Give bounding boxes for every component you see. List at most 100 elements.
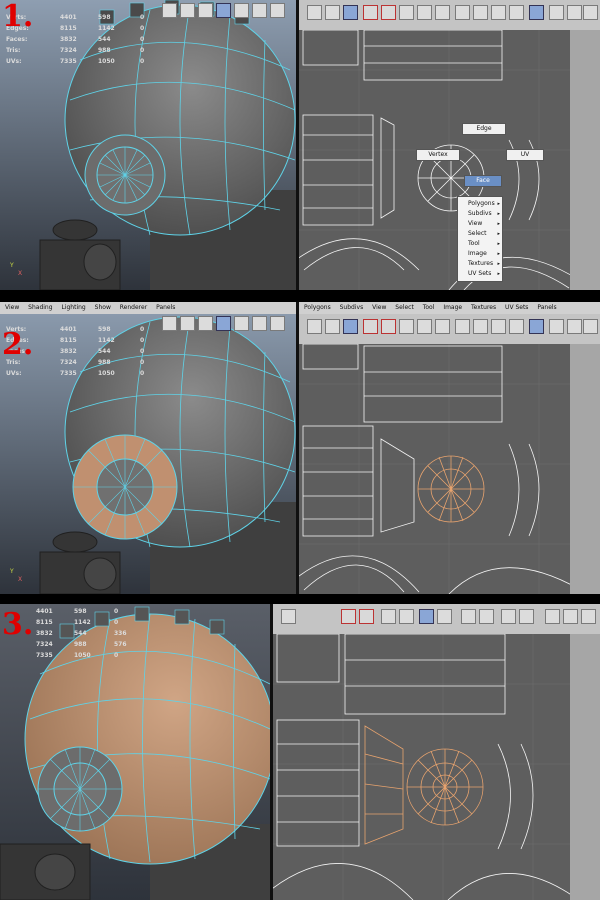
flip-icon[interactable] (399, 319, 414, 334)
menu-item-polygons[interactable]: Polygons (458, 199, 502, 209)
viewport-3d[interactable]: Verts:44015980 Edges:811511420 Faces:383… (0, 604, 270, 900)
light-icon[interactable] (234, 3, 249, 18)
uv-move-icon[interactable] (325, 319, 340, 334)
menu-shading[interactable]: Shading (28, 304, 52, 311)
marking-menu-vertex[interactable]: Vertex (416, 149, 460, 161)
uv-menubar: Polygons Subdivs View Select Tool Image … (299, 302, 600, 314)
select-icon[interactable] (162, 3, 177, 18)
marking-menu-face[interactable]: Face (464, 175, 502, 187)
layout-icon[interactable] (519, 609, 534, 624)
menu-view[interactable]: View (372, 304, 386, 311)
marking-menu-uv[interactable]: UV (506, 149, 544, 161)
menu-subdivs[interactable]: Subdivs (340, 304, 364, 311)
rotate-cw-icon[interactable] (381, 319, 396, 334)
sphere-icon[interactable] (581, 609, 596, 624)
viewport-menubar: View Shading Lighting Show Renderer Pane… (0, 302, 296, 314)
color-icon[interactable] (563, 609, 578, 624)
uv-select-icon[interactable] (307, 319, 322, 334)
marking-menu-edge[interactable]: Edge (462, 123, 506, 135)
shaded-icon[interactable] (216, 316, 231, 331)
menu-item-textures[interactable]: Textures (458, 259, 502, 269)
select-icon[interactable] (162, 316, 177, 331)
rotate-ccw-icon[interactable] (363, 319, 378, 334)
menu-panels[interactable]: Panels (156, 304, 175, 311)
uv-toolbar (299, 314, 600, 344)
step-2-panel: View Shading Lighting Show Renderer Pane… (0, 302, 600, 594)
grid-uv-icon[interactable] (473, 319, 488, 334)
sphere-icon[interactable] (583, 319, 598, 334)
sew-uv-icon[interactable] (435, 5, 450, 20)
grid-icon[interactable] (180, 316, 195, 331)
menu-select[interactable]: Select (395, 304, 414, 311)
xray-icon[interactable] (270, 3, 285, 18)
normalize-icon[interactable] (491, 319, 506, 334)
uv-snapshot-icon[interactable] (343, 5, 358, 20)
normalize-icon[interactable] (491, 5, 506, 20)
texture-icon[interactable] (252, 316, 267, 331)
menu-view[interactable]: View (5, 304, 19, 311)
menu-item-subdivs[interactable]: Subdivs (458, 209, 502, 219)
light-icon[interactable] (234, 316, 249, 331)
flip-icon[interactable] (381, 609, 396, 624)
viewport-3d[interactable]: Verts:44015980 Edges:811511420 Faces:383… (0, 0, 296, 290)
menu-textures[interactable]: Textures (471, 304, 496, 311)
align-icon[interactable] (461, 609, 476, 624)
uv-toolbar (299, 0, 600, 30)
grid-icon[interactable] (180, 3, 195, 18)
color-icon[interactable] (567, 5, 582, 20)
image-icon[interactable] (529, 319, 544, 334)
viewport-3d[interactable]: View Shading Lighting Show Renderer Pane… (0, 302, 296, 594)
grid-uv-icon[interactable] (479, 609, 494, 624)
menu-item-tool[interactable]: Tool (458, 239, 502, 249)
menu-item-uvsets[interactable]: UV Sets (458, 269, 502, 279)
rotate-ccw-icon[interactable] (341, 609, 356, 624)
layout-icon[interactable] (509, 5, 524, 20)
menu-uvsets[interactable]: UV Sets (505, 304, 528, 311)
color-icon[interactable] (567, 319, 582, 334)
shaded-icon[interactable] (216, 3, 231, 18)
menu-tool[interactable]: Tool (423, 304, 435, 311)
step-number: 1. (2, 0, 34, 34)
camera-icon[interactable] (198, 3, 213, 18)
align-icon[interactable] (455, 5, 470, 20)
cut-uv-icon[interactable] (417, 5, 432, 20)
uv-select-icon[interactable] (307, 5, 322, 20)
rotate-ccw-icon[interactable] (363, 5, 378, 20)
normalize-icon[interactable] (501, 609, 516, 624)
layout-icon[interactable] (509, 319, 524, 334)
cut-uv-icon[interactable] (417, 319, 432, 334)
uv-editor[interactable] (273, 604, 600, 900)
texture-icon[interactable] (252, 3, 267, 18)
sew-uv-icon[interactable] (435, 319, 450, 334)
image-icon[interactable] (529, 5, 544, 20)
menu-renderer[interactable]: Renderer (120, 304, 147, 311)
menu-item-image[interactable]: Image (458, 249, 502, 259)
menu-item-select[interactable]: Select (458, 229, 502, 239)
grid-uv-icon[interactable] (473, 5, 488, 20)
uv-select-icon[interactable] (281, 609, 296, 624)
flip-icon[interactable] (399, 5, 414, 20)
xray-icon[interactable] (270, 316, 285, 331)
sphere-icon[interactable] (583, 5, 598, 20)
uv-move-icon[interactable] (325, 5, 340, 20)
menu-show[interactable]: Show (95, 304, 111, 311)
uv-editor[interactable]: Edge Vertex UV Face Polygons Subdivs Vie… (299, 0, 600, 290)
menu-panels[interactable]: Panels (537, 304, 556, 311)
rotate-cw-icon[interactable] (359, 609, 374, 624)
menu-lighting[interactable]: Lighting (61, 304, 85, 311)
uv-snapshot-icon[interactable] (419, 609, 434, 624)
menu-image[interactable]: Image (443, 304, 462, 311)
align-icon[interactable] (455, 319, 470, 334)
rotate-cw-icon[interactable] (381, 5, 396, 20)
sew-uv-icon[interactable] (437, 609, 452, 624)
camera-icon[interactable] (198, 316, 213, 331)
checker-icon[interactable] (549, 5, 564, 20)
menu-polygons[interactable]: Polygons (304, 304, 331, 311)
checker-icon[interactable] (549, 319, 564, 334)
uv-snapshot-icon[interactable] (343, 319, 358, 334)
checker-icon[interactable] (545, 609, 560, 624)
axis-y-label: Y (10, 568, 14, 575)
menu-item-view[interactable]: View (458, 219, 502, 229)
cut-uv-icon[interactable] (399, 609, 414, 624)
uv-editor[interactable]: Polygons Subdivs View Select Tool Image … (299, 302, 600, 594)
